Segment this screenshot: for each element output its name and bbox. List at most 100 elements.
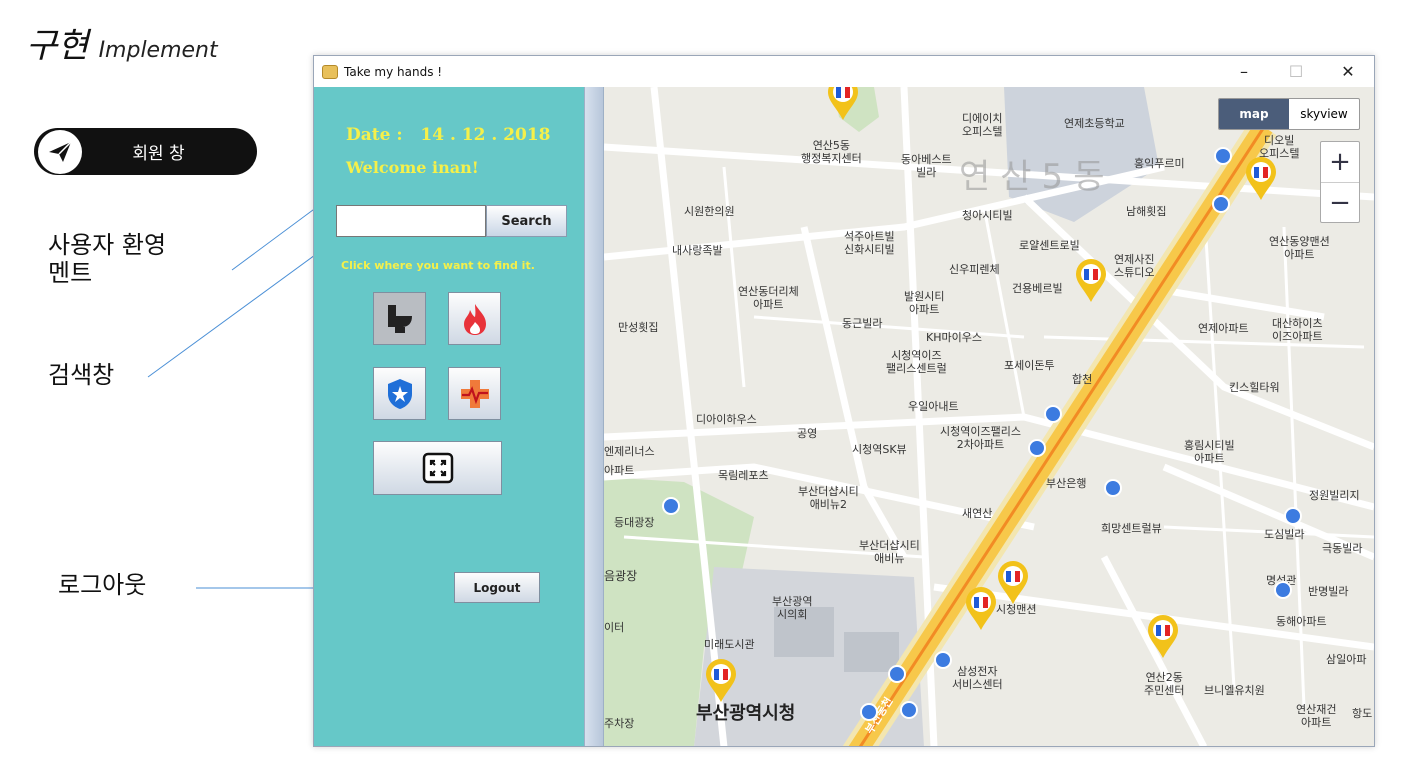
map-label: 항도 [1352,707,1373,720]
map-label: 엔제리너스 [604,445,655,458]
maximize-button[interactable]: ☐ [1270,56,1322,87]
map-label: 이터 [604,621,625,634]
map-label: 신우피렌체 [949,263,1000,276]
split-pane-divider[interactable] [584,87,604,746]
map-label: 아파트 [604,464,635,477]
bus-stop-icon[interactable] [888,665,906,683]
toilet-button[interactable] [373,292,426,345]
map-mode-button[interactable]: map [1219,99,1289,129]
map-label: 브니엘유치원 [1204,684,1265,697]
map-label: 홍익푸르미 [1134,157,1185,170]
toilet-pin-icon[interactable] [964,587,998,631]
map-label: 부산더샵시티 애비뉴2 [798,485,859,512]
map-label: 동아베스트 빌라 [901,153,952,180]
toilet-pin-icon[interactable] [1244,157,1278,201]
map-label: 포세이돈투 [1004,359,1055,372]
bus-stop-icon[interactable] [1274,581,1292,599]
map-label: 연제사진 스튜디오 [1114,253,1155,280]
city-hall-label: 부산광역시청 [696,703,796,724]
bus-stop-icon[interactable] [1044,405,1062,423]
map-label: KH마이우스 [926,331,982,344]
toilet-pin-icon[interactable] [704,659,738,703]
skyview-mode-button[interactable]: skyview [1289,99,1359,129]
map-label: 목림레포츠 [718,469,769,482]
map-type-toggle[interactable]: map skyview [1218,98,1360,130]
hospital-icon [460,379,489,408]
bus-stop-icon[interactable] [900,701,918,719]
paper-plane-icon [38,129,82,174]
map-label: 대산하이츠 이즈아파트 [1272,317,1323,344]
member-window-pill: 회원 창 [34,128,257,175]
fire-icon [463,303,486,335]
map-label: 건용베르빌 [1012,282,1063,295]
map-label: 연제초등학교 [1064,117,1125,130]
bus-stop-icon[interactable] [1028,439,1046,457]
map-label: 석주아트빌 신화시티빌 [844,230,895,257]
map-label: 시원한의원 [684,205,735,218]
bus-stop-icon[interactable] [1284,507,1302,525]
map-label: 주차장 [604,717,635,730]
bus-stop-icon[interactable] [1212,195,1230,213]
map-label: 등대광장 [614,516,655,529]
police-icon [387,378,412,409]
app-window: Take my hands ! – ☐ ✕ Date : 14 . 12 . 2… [313,55,1375,747]
map-label: 미래도시관 [704,638,755,651]
slide-title-en: Implement [98,38,218,63]
map-label: 정원빌리지 [1309,489,1360,502]
close-button[interactable]: ✕ [1322,56,1374,87]
map-label: 도심빌라 [1264,528,1305,541]
logout-button[interactable]: Logout [454,572,540,603]
map-label: 시청역SK뷰 [852,443,907,456]
bus-stop-icon[interactable] [860,703,878,721]
hospital-button[interactable] [448,367,501,420]
annotation-welcome: 사용자 환영 멘트 [48,231,167,287]
map-label: 연산동더리체 아파트 [738,285,799,312]
toilet-pin-icon[interactable] [1146,615,1180,659]
toilet-pin-icon[interactable] [1074,259,1108,303]
fire-button[interactable] [448,292,501,345]
map-label: 청아시티빌 [962,209,1013,222]
bus-stop-icon[interactable] [1104,479,1122,497]
welcome-label: Welcome inan! [346,158,479,177]
map-label: 동근빌라 [842,317,883,330]
map-label: 우일아내트 [908,400,959,413]
map-label: 공영 [797,427,818,440]
bus-stop-icon[interactable] [1214,147,1232,165]
toilet-pin-icon[interactable] [996,561,1030,605]
district-label: 연산5동 [959,157,1115,197]
slide-title-ko: 구현 [26,26,89,66]
toilet-pin-icon[interactable] [826,87,860,121]
bus-stop-icon[interactable] [934,651,952,669]
annotation-logout: 로그아웃 [58,571,147,599]
window-titlebar[interactable]: Take my hands ! – ☐ ✕ [314,56,1374,87]
map-label: 연산재건 아파트 [1296,703,1337,730]
app-icon [322,64,338,79]
bus-stop-icon[interactable] [662,497,680,515]
slide-title: 구현 Implement [26,18,218,67]
minimize-button[interactable]: – [1218,56,1270,87]
map-label: 반명빌라 [1308,585,1349,598]
map-label: 시청역이즈 팰리스센트럴 [886,349,947,376]
map-label: 연제아파트 [1198,322,1249,335]
map-view[interactable]: 연산5동 부산광역시청 연산5동 행정복지센터 디에이치 오피스텔 연제초등학교… [604,87,1374,746]
police-button[interactable] [373,367,426,420]
map-label: 극동빌라 [1322,542,1363,555]
zoom-control: + − [1320,141,1360,223]
map-label: 삼성전자 서비스센터 [952,665,1003,692]
map-label: 발원시티 아파트 [904,290,945,317]
map-label: 내사랑족발 [672,244,723,257]
search-button[interactable]: Search [486,205,567,237]
map-label: 음광장 [604,569,638,583]
control-panel: Date : 14 . 12 . 2018 Welcome inan! Sear… [314,87,584,746]
zoom-out-button[interactable]: − [1321,182,1359,222]
zoom-in-button[interactable]: + [1321,142,1359,182]
search-input[interactable] [336,205,486,237]
map-label: 남해횟집 [1126,205,1167,218]
map-label: 만성횟집 [618,321,659,334]
map-label: 시청역이즈팰리스 2차아파트 [940,425,1021,452]
map-label: 부산광역 시의회 [772,595,813,622]
map-label: 새연산 [962,507,993,520]
toilet-icon [387,304,412,333]
fullscreen-button[interactable] [373,441,502,495]
map-label: 부산은행 [1046,477,1087,490]
